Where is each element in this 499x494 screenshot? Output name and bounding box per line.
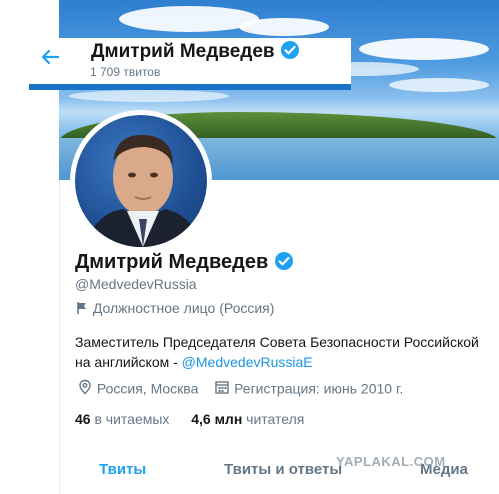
header-name-text: Дмитрий Медведев — [91, 41, 275, 62]
bio-text-2: на английском - — [75, 354, 182, 370]
followers-count: 4,6 млн — [191, 411, 243, 427]
flag-icon — [75, 300, 93, 316]
header-tweet-count: 1 709 твитов — [90, 65, 161, 79]
profile-handle: @MedvedevRussia — [75, 276, 197, 292]
following-label: в читаемых — [94, 411, 170, 427]
following-link[interactable]: 46 в читаемых — [75, 411, 173, 427]
avatar-photo — [75, 115, 207, 247]
follow-counts: 46 в читаемых 4,6 млн читателя — [75, 411, 304, 427]
government-label-text: Должностное лицо (Россия) — [92, 300, 275, 316]
location-text: Россия, Москва — [96, 380, 199, 397]
joined-text: Регистрация: июнь 2010 г. — [234, 380, 404, 397]
verified-badge-icon — [274, 251, 294, 277]
tab-tweets-and-replies[interactable]: Твиты и ответы — [224, 461, 342, 478]
profile-meta: Россия, Москва Регистрация: июнь 2010 г. — [77, 379, 403, 398]
profile-bio: Заместитель Председателя Совета Безопасн… — [75, 332, 499, 372]
tab-tweets[interactable]: Твиты — [99, 461, 146, 478]
profile-name-text: Дмитрий Медведев — [75, 251, 269, 273]
watermark: YAPLAKAL.COM — [336, 454, 446, 469]
bio-line-1: Заместитель Председателя Совета Безопасн… — [75, 334, 479, 350]
following-count: 46 — [75, 411, 91, 427]
followers-link[interactable]: 4,6 млн читателя — [191, 411, 304, 427]
arrow-left-icon[interactable] — [39, 46, 61, 68]
bio-line-2: на английском - @MedvedevRussiaE — [75, 352, 499, 372]
header-title: Дмитрий Медведев — [91, 40, 300, 66]
bio-link[interactable]: @MedvedevRussiaE — [182, 354, 313, 370]
government-label: Должностное лицо (Россия) — [75, 300, 274, 316]
profile-header-bar: Дмитрий Медведев 1 709 твитов — [29, 38, 351, 84]
header-underline — [29, 84, 351, 90]
verified-badge-icon — [280, 40, 300, 66]
followers-label: читателя — [246, 411, 305, 427]
calendar-icon — [214, 381, 234, 398]
location-pin-icon — [77, 379, 97, 398]
avatar[interactable] — [70, 110, 212, 252]
profile-name: Дмитрий Медведев — [75, 251, 294, 277]
